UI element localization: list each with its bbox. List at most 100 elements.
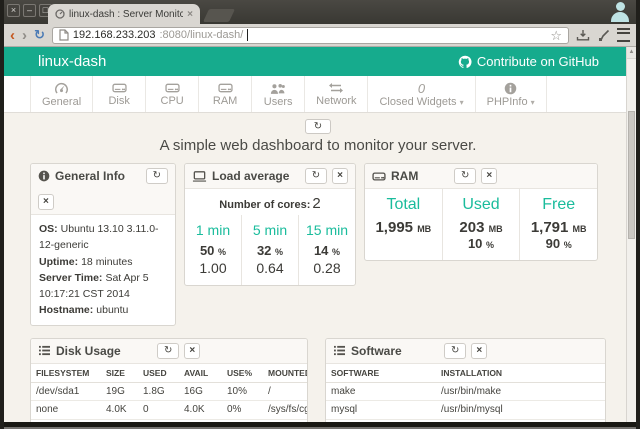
gauge-icon [54,82,69,95]
close-widget-button[interactable]: × [481,168,497,184]
refresh-button[interactable]: ↻ [454,168,476,184]
refresh-button[interactable]: ↻ [146,168,168,184]
close-widget-button[interactable]: × [38,194,54,210]
url-path: :8080/linux-dash/ [160,29,244,41]
hdd-icon [218,82,233,94]
uptime-field: Uptime:18 minutes [39,254,167,270]
browser-menu-icon[interactable] [617,28,630,42]
nav-label: CPU [161,95,184,107]
contribute-github-link[interactable]: Contribute on GitHub [458,54,599,69]
page-scrollbar[interactable]: ▲ [626,47,636,422]
widget-title: Disk Usage [56,344,152,358]
disk-usage-table: FILESYSTEM SIZE USED AVAIL USE% MOUNTED … [31,364,307,422]
load-columns: 1 min 50 % 1.00 5 min 32 % 0.64 15 min 1… [185,215,355,285]
ram-widget: RAM ↻ × Total 1,995 MB Used 203 MB 10 % [364,163,598,261]
ram-used-column: Used 203 MB 10 % [442,189,520,260]
reload-button[interactable]: ↻ [34,28,45,42]
software-header: Software ↻ × [326,339,605,364]
nav-label: Users [264,96,293,108]
load-average-widget: Load average ↻ × Number of cores:2 1 min… [184,163,356,286]
refresh-all-button[interactable]: ↻ [305,119,331,134]
hdd-icon [165,82,180,94]
disk-usage-widget: Disk Usage ↻ × FILESYSTEM SIZE USED AVAI… [30,338,308,422]
avatar-head [616,2,625,11]
close-widget-button[interactable]: × [471,343,487,359]
info-icon [504,82,517,95]
page-tagline: A simple web dashboard to monitor your s… [30,137,606,154]
nav-item-ram[interactable]: RAM [199,76,252,112]
table-row: /dev/sda119G1.8G16G10%/ [31,382,307,401]
widget-row-1: General Info ↻ × OS:Ubuntu 13.10 3.11.0-… [30,163,606,326]
refresh-button[interactable]: ↻ [444,343,466,359]
load-1min-column: 1 min 50 % 1.00 [185,215,241,285]
browser-toolbar: ‹ › ↻ 192.168.233.203 :8080/linux-dash/ … [4,24,636,47]
refresh-button[interactable]: ↻ [157,343,179,359]
info-circle-icon [38,170,50,182]
nav-item-closed-widgets[interactable]: 0 Closed Widgets ▾ [368,76,475,112]
general-info-body: OS:Ubuntu 13.10 3.11.0-12-generic Uptime… [31,215,175,325]
list-icon [333,345,346,356]
load-average-header: Load average ↻ × [185,164,355,189]
nav-label: Disk [108,95,129,107]
bookmark-star-icon[interactable]: ☆ [550,29,562,42]
nav-item-phpinfo[interactable]: PHPInfo ▾ [476,76,547,112]
browser-tab[interactable]: linux-dash : Server Monitc × [48,4,200,24]
page-viewport: linux-dash Contribute on GitHub General … [4,47,636,422]
refresh-button[interactable]: ↻ [305,168,327,184]
window-close-button[interactable]: × [7,4,20,17]
tab-favicon-icon [55,9,65,19]
download-tray-icon[interactable] [576,29,590,42]
close-widget-button[interactable]: × [332,168,348,184]
table-row: none4.0K04.0K0%/sys/fs/cgroup [31,401,307,420]
table-header-row: FILESYSTEM SIZE USED AVAIL USE% MOUNTED [31,364,307,383]
new-tab-button[interactable] [203,9,235,22]
app-header: linux-dash Contribute on GitHub [4,47,636,76]
widget-title: Software [351,344,439,358]
users-icon [270,82,286,95]
forward-button[interactable]: › [22,28,27,43]
profile-avatar[interactable] [610,2,630,23]
window-minimize-button[interactable]: – [23,4,36,17]
ram-total-column: Total 1,995 MB [365,189,442,260]
software-table: SOFTWARE INSTALLATION make/usr/bin/make … [326,364,605,422]
nav-label: General [42,96,81,108]
scroll-up-arrow-icon[interactable]: ▲ [627,47,636,59]
hostname-field: Hostname:ubuntu [39,302,167,318]
url-host: 192.168.233.203 [73,29,156,41]
avatar-torso [611,12,629,22]
closed-widgets-count: 0 [418,82,425,95]
app-title: linux-dash [38,53,106,70]
close-widget-button[interactable]: × [184,343,200,359]
tab-title: linux-dash : Server Monitc [69,9,183,20]
widget-title: General Info [55,169,141,183]
titlebar: × – □ linux-dash : Server Monitc × [4,0,636,24]
network-arrows-icon [328,82,344,94]
hdd-icon [112,82,127,94]
general-info-widget: General Info ↻ × OS:Ubuntu 13.10 3.11.0-… [30,163,176,326]
nav-item-users[interactable]: Users [252,76,305,112]
address-bar[interactable]: 192.168.233.203 :8080/linux-dash/ ☆ [52,27,569,44]
ram-chip-icon [372,171,386,182]
dashboard-content: ↻ A simple web dashboard to monitor your… [4,113,636,422]
nav-item-cpu[interactable]: CPU [146,76,199,112]
table-row: make/usr/bin/make [326,382,605,401]
cores-line: Number of cores:2 [185,189,355,215]
server-time-field: Server Time:Sat Apr 5 10:17:21 CST 2014 [39,270,167,303]
nav-item-disk[interactable]: Disk [93,76,146,112]
github-link-label: Contribute on GitHub [477,54,599,69]
tab-close-icon[interactable]: × [187,9,193,20]
disk-usage-header: Disk Usage ↻ × [31,339,307,364]
ram-header: RAM ↻ × [365,164,597,189]
back-button[interactable]: ‹ [10,28,15,43]
ram-free-column: Free 1,791 MB 90 % [519,189,597,260]
ram-columns: Total 1,995 MB Used 203 MB 10 % Free 1,7… [365,189,597,260]
nav-item-network[interactable]: Network [305,76,368,112]
nav-label: PHPInfo ▾ [487,96,535,108]
table-header-row: SOFTWARE INSTALLATION [326,364,605,383]
nav-item-general[interactable]: General [30,76,93,112]
eyedropper-extension-icon[interactable] [597,29,610,42]
scrollbar-thumb[interactable] [628,111,635,239]
load-15min-column: 15 min 14 % 0.28 [298,215,355,285]
nav-label: RAM [213,95,237,107]
software-widget: Software ↻ × SOFTWARE INSTALLATION make/… [325,338,606,422]
